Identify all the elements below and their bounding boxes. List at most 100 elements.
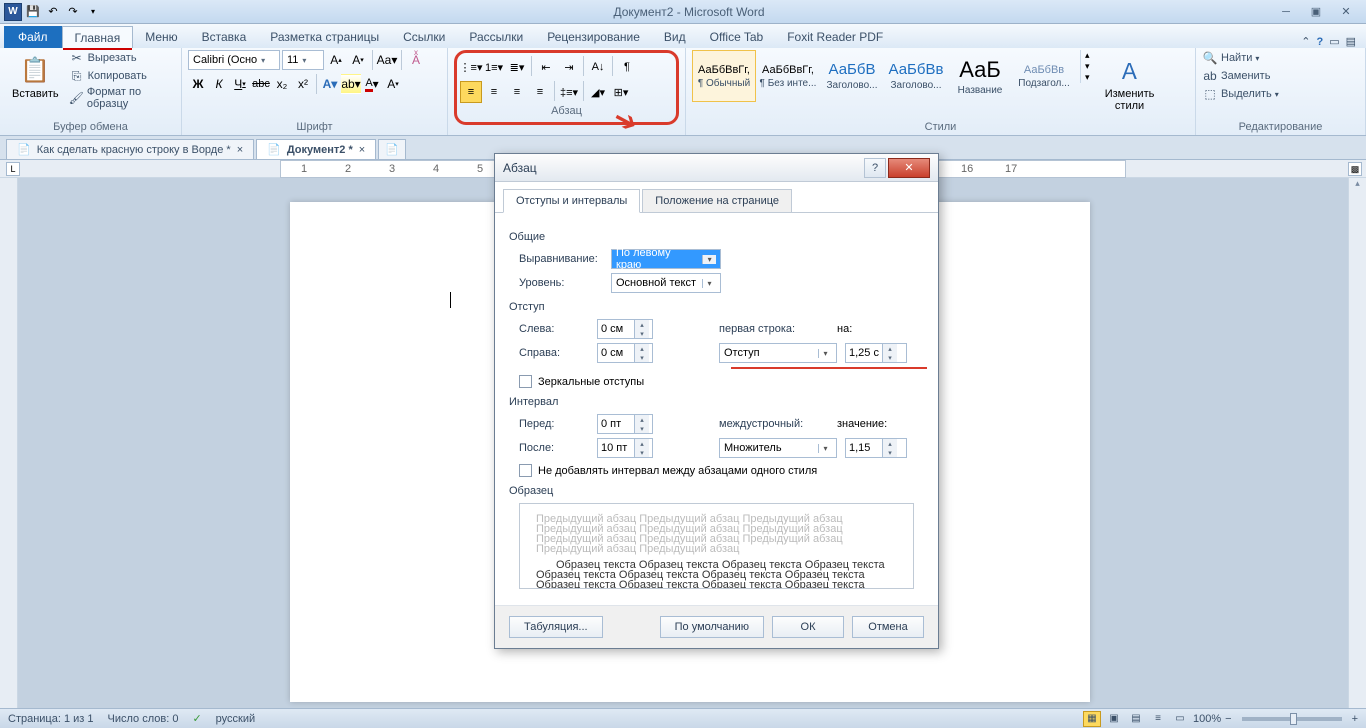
view-draft-icon[interactable]: ▭: [1171, 711, 1189, 727]
zoom-in-button[interactable]: +: [1352, 713, 1358, 725]
status-page[interactable]: Страница: 1 из 1: [8, 713, 94, 725]
font-name-combo[interactable]: Calibri (Осно▾: [188, 50, 280, 70]
window2-icon[interactable]: ▤: [1346, 35, 1356, 48]
italic-button[interactable]: К: [209, 74, 229, 94]
line-spacing-icon[interactable]: ‡≡▾: [558, 81, 580, 103]
align-right-icon[interactable]: ≡: [506, 81, 528, 103]
numbering-icon[interactable]: 1≡▾: [483, 56, 505, 78]
by-input[interactable]: [846, 347, 882, 359]
close-tab-icon[interactable]: ×: [237, 144, 243, 156]
tabs-button[interactable]: Табуляция...: [509, 616, 603, 638]
indent-left-spinner[interactable]: ▴▾: [597, 319, 653, 339]
line-spacing-select[interactable]: Множитель▾: [719, 438, 837, 458]
justify-icon[interactable]: ≡: [529, 81, 551, 103]
style-item[interactable]: АаБбВЗаголово...: [820, 50, 884, 102]
highlight-icon[interactable]: ab▾: [341, 74, 361, 94]
spell-check-icon[interactable]: ✓: [192, 712, 201, 725]
new-tab-button[interactable]: 📄: [378, 139, 406, 159]
tab-view[interactable]: Вид: [652, 26, 698, 48]
font-size-combo[interactable]: 11▾: [282, 50, 324, 70]
bold-button[interactable]: Ж: [188, 74, 208, 94]
vertical-scrollbar[interactable]: ▴: [1348, 178, 1366, 708]
window-icon[interactable]: ▭: [1329, 35, 1339, 48]
styles-scroll-down-icon[interactable]: ▾: [1085, 61, 1090, 72]
doc-tab-0[interactable]: 📄Как сделать красную строку в Ворде *×: [6, 139, 254, 159]
at-input[interactable]: [846, 442, 882, 454]
tab-home[interactable]: Главная: [62, 26, 134, 48]
tab-review[interactable]: Рецензирование: [535, 26, 652, 48]
close-button[interactable]: ✕: [1332, 3, 1360, 21]
format-painter-button[interactable]: 🖌Формат по образцу: [69, 86, 175, 110]
dialog-titlebar[interactable]: Абзац ? ✕: [495, 154, 938, 182]
view-full-screen-icon[interactable]: ▣: [1105, 711, 1123, 727]
ok-button[interactable]: ОК: [772, 616, 844, 638]
spacing-after-input[interactable]: [598, 442, 634, 454]
styles-expand-icon[interactable]: ▾: [1085, 72, 1090, 83]
zoom-value[interactable]: 100%: [1193, 713, 1221, 725]
align-center-icon[interactable]: ≡: [483, 81, 505, 103]
zoom-out-button[interactable]: −: [1225, 713, 1231, 725]
tab-office[interactable]: Office Tab: [698, 26, 776, 48]
view-print-layout-icon[interactable]: ▦: [1083, 711, 1101, 727]
borders-icon[interactable]: ⊞▾: [610, 81, 632, 103]
dialog-tab-position[interactable]: Положение на странице: [642, 189, 792, 213]
subscript-button[interactable]: x₂: [272, 74, 292, 94]
tab-mailings[interactable]: Рассылки: [457, 26, 535, 48]
redo-icon[interactable]: ↷: [64, 3, 82, 21]
shading-icon[interactable]: ◢▾: [587, 81, 609, 103]
char-shading-icon[interactable]: A▾: [383, 74, 403, 94]
ruler-toggle-icon[interactable]: ▩: [1348, 162, 1362, 176]
status-language[interactable]: русский: [216, 713, 255, 725]
select-button[interactable]: ⬚Выделить▾: [1202, 86, 1279, 102]
change-styles-button[interactable]: Ａ Изменить стили: [1094, 50, 1166, 116]
styles-scroll-up-icon[interactable]: ▴: [1085, 50, 1090, 61]
tab-menu[interactable]: Меню: [133, 26, 189, 48]
file-tab[interactable]: Файл: [4, 26, 62, 48]
spacing-before-spinner[interactable]: ▴▾: [597, 414, 653, 434]
underline-button[interactable]: Ч▾: [230, 74, 250, 94]
tab-references[interactable]: Ссылки: [391, 26, 457, 48]
find-button[interactable]: 🔍Найти▾: [1202, 50, 1279, 66]
indent-left-input[interactable]: [598, 323, 634, 335]
alignment-select[interactable]: По левому краю▾: [611, 249, 721, 269]
undo-icon[interactable]: ↶: [44, 3, 62, 21]
change-case-icon[interactable]: Aa▾: [377, 50, 397, 70]
at-spinner[interactable]: ▴▾: [845, 438, 907, 458]
default-button[interactable]: По умолчанию: [660, 616, 764, 638]
spacing-before-input[interactable]: [598, 418, 634, 430]
view-web-icon[interactable]: ▤: [1127, 711, 1145, 727]
shrink-font-icon[interactable]: A▾: [348, 50, 368, 70]
first-line-select[interactable]: Отступ▾: [719, 343, 837, 363]
by-spinner[interactable]: ▴▾: [845, 343, 907, 363]
doc-tab-1[interactable]: 📄Документ2 *×: [256, 139, 376, 159]
tab-selector[interactable]: L: [6, 162, 20, 176]
restore-button[interactable]: ▣: [1302, 3, 1330, 21]
view-outline-icon[interactable]: ≡: [1149, 711, 1167, 727]
ribbon-minimize-icon[interactable]: ⌃: [1301, 35, 1310, 48]
copy-button[interactable]: ⎘Копировать: [69, 68, 175, 84]
sort-icon[interactable]: A↓: [587, 56, 609, 78]
clear-format-icon[interactable]: Aͯ: [406, 50, 426, 70]
bullets-icon[interactable]: ⋮≡▾: [460, 56, 482, 78]
level-select[interactable]: Основной текст▾: [611, 273, 721, 293]
strike-button[interactable]: abc: [251, 74, 271, 94]
decrease-indent-icon[interactable]: ⇤: [535, 56, 557, 78]
dialog-tab-indents[interactable]: Отступы и интервалы: [503, 189, 640, 213]
mirror-indents-checkbox[interactable]: Зеркальные отступы: [519, 375, 924, 388]
tab-insert[interactable]: Вставка: [190, 26, 259, 48]
style-item[interactable]: АаБбВвГг,¶ Без инте...: [756, 50, 820, 102]
style-item[interactable]: АаБбВвПодзагол...: [1012, 50, 1076, 102]
increase-indent-icon[interactable]: ⇥: [558, 56, 580, 78]
paste-button[interactable]: 📋 Вставить: [6, 50, 65, 104]
status-words[interactable]: Число слов: 0: [108, 713, 179, 725]
close-tab-icon[interactable]: ×: [359, 144, 365, 156]
minimize-button[interactable]: ─: [1272, 3, 1300, 21]
superscript-button[interactable]: x²: [293, 74, 313, 94]
replace-button[interactable]: abЗаменить: [1202, 68, 1279, 84]
zoom-slider[interactable]: [1242, 717, 1342, 721]
no-space-checkbox[interactable]: Не добавлять интервал между абзацами одн…: [519, 464, 924, 477]
indent-right-spinner[interactable]: ▴▾: [597, 343, 653, 363]
style-item[interactable]: АаБбВвГг,¶ Обычный: [692, 50, 756, 102]
style-item[interactable]: АаБбВвЗаголово...: [884, 50, 948, 102]
text-effects-icon[interactable]: A▾: [320, 74, 340, 94]
